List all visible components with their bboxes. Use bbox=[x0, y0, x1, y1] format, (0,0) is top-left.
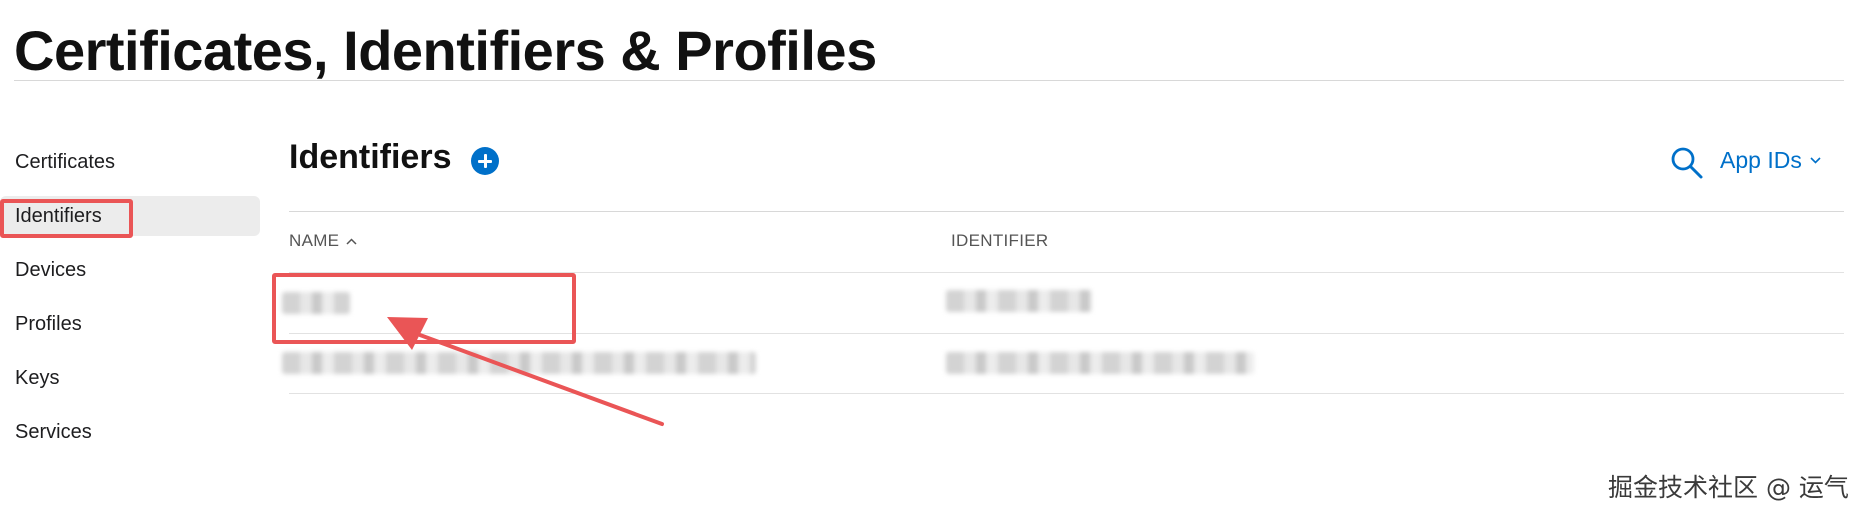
table-top-divider bbox=[289, 211, 1844, 212]
table-row-2-name[interactable] bbox=[282, 352, 756, 374]
search-icon[interactable] bbox=[1670, 146, 1704, 180]
chevron-down-icon bbox=[1810, 156, 1821, 164]
table-row-2-identifier[interactable] bbox=[946, 352, 1254, 374]
watermark: 掘金技术社区 @ 运气 bbox=[1608, 473, 1849, 502]
column-header-name-label: NAME bbox=[289, 231, 340, 250]
sidebar-item-services[interactable]: Services bbox=[0, 412, 260, 452]
add-identifier-button[interactable] bbox=[471, 147, 499, 175]
table-row-1-name[interactable] bbox=[282, 292, 350, 314]
sort-ascending-icon bbox=[346, 237, 357, 245]
identifier-type-select[interactable]: App IDs bbox=[1720, 143, 1821, 177]
row-divider bbox=[289, 393, 1844, 394]
sidebar-item-devices[interactable]: Devices bbox=[0, 250, 260, 290]
sidebar-item-profiles[interactable]: Profiles bbox=[0, 304, 260, 344]
table-row-1-identifier[interactable] bbox=[946, 290, 1092, 312]
row-divider bbox=[289, 272, 1844, 273]
column-header-identifier[interactable]: IDENTIFIER bbox=[951, 231, 1048, 251]
title-divider bbox=[14, 80, 1844, 81]
sidebar-item-certificates[interactable]: Certificates bbox=[0, 142, 260, 182]
sidebar-item-identifiers[interactable]: Identifiers bbox=[0, 196, 260, 236]
column-header-name[interactable]: NAME bbox=[289, 231, 357, 251]
sidebar: Certificates Identifiers Devices Profile… bbox=[0, 142, 260, 466]
page-title: Certificates, Identifiers & Profiles bbox=[14, 19, 877, 82]
sidebar-item-keys[interactable]: Keys bbox=[0, 358, 260, 398]
row-divider bbox=[289, 333, 1844, 334]
section-title: Identifiers bbox=[289, 138, 452, 176]
identifier-type-label: App IDs bbox=[1720, 146, 1802, 173]
